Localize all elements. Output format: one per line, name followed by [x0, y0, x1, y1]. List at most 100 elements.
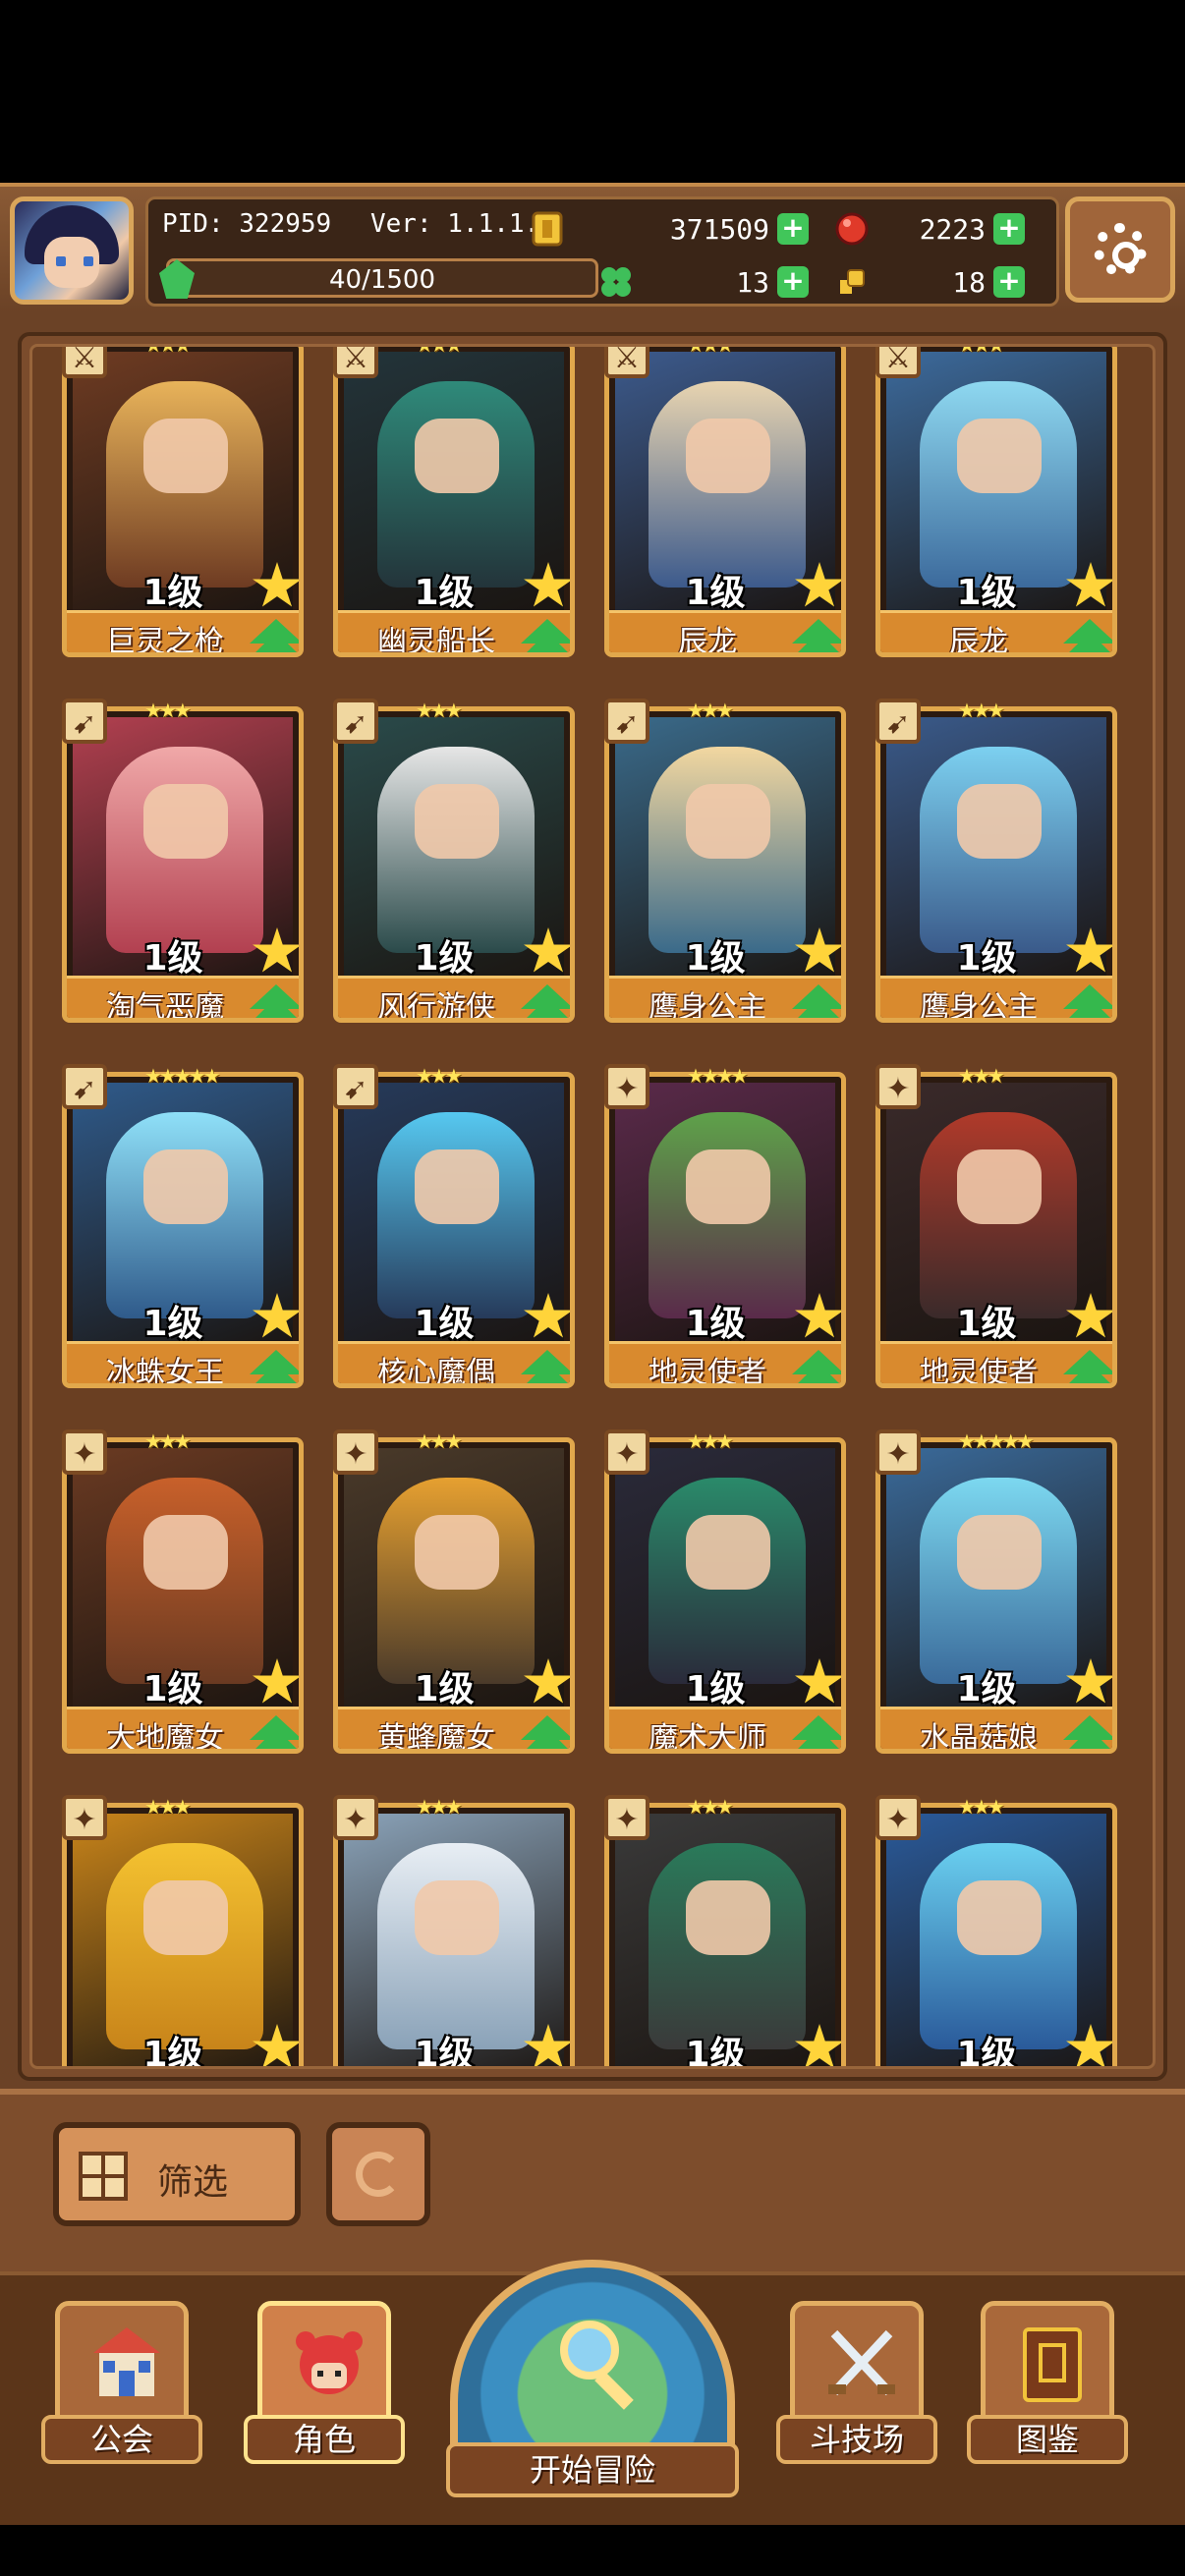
- add-gold-button[interactable]: +: [777, 213, 809, 245]
- hero-list-scroll[interactable]: 1级 巨灵之枪 ⚔ ★★★ 1级 幽灵船长 ⚔ ★★★ 1级 辰龙 ⚔ ★★★ 1级 辰龙 ⚔ ★★★ 1级 淘气…: [29, 344, 1156, 2069]
- hero-rank-stars: ★★★: [687, 1429, 734, 1453]
- hero-card-frame: 1级 地灵使者: [604, 1072, 846, 1388]
- hero-card[interactable]: 1级 冰蛛女王 ➹ ★★★★★: [62, 1064, 304, 1388]
- add-ruby-button[interactable]: +: [993, 213, 1025, 245]
- hero-face: [686, 1515, 770, 1590]
- hero-card-frame: 1级: [333, 1803, 575, 2069]
- hero-card[interactable]: 1级 地灵使者 ✦ ★★★★: [604, 1064, 846, 1388]
- hero-level: 1级: [685, 573, 746, 613]
- hero-class-ranged-icon: ➹: [333, 1064, 378, 1109]
- hero-class-magic-icon: ✦: [604, 1429, 649, 1475]
- hero-level: 1级: [142, 1304, 203, 1344]
- start-adventure-button[interactable]: 开始冒险: [446, 2260, 739, 2515]
- gold-coin-icon: [532, 211, 563, 247]
- arena-tab-frame: [790, 2301, 924, 2429]
- hero-face: [957, 419, 1042, 493]
- hero-level: 1级: [414, 1669, 475, 1709]
- settings-button[interactable]: [1065, 196, 1175, 303]
- hero-card[interactable]: 1级 ✦ ★★★: [333, 1795, 575, 2069]
- hero-face: [415, 1149, 499, 1224]
- hero-card[interactable]: 1级 大地魔女 ✦ ★★★: [62, 1429, 304, 1754]
- hero-card[interactable]: 1级 水晶菇娘 ✦ ★★★★★: [875, 1429, 1117, 1754]
- codex-label: 图鉴: [967, 2415, 1128, 2464]
- ruby-icon: [835, 212, 869, 246]
- tab-heroes[interactable]: 角色: [244, 2301, 411, 2468]
- hero-level: 1级: [414, 2035, 475, 2069]
- hero-class-magic-icon: ✦: [604, 1795, 649, 1840]
- hero-card-frame: 1级: [62, 1803, 304, 2066]
- hero-card[interactable]: 1级 鹰身公主 ➹ ★★★: [604, 699, 846, 1023]
- crossed-swords-icon: [828, 2329, 895, 2396]
- hero-name: 风行游侠: [377, 990, 495, 1023]
- hero-rank-stars: ★★★: [416, 1064, 463, 1088]
- hero-rank-stars: ★★★: [416, 1795, 463, 1819]
- hero-card[interactable]: 1级 淘气恶魔 ➹ ★★★: [62, 699, 304, 1023]
- hero-face: [143, 1515, 228, 1590]
- hero-card[interactable]: 1级 鹰身公主 ➹ ★★★: [875, 699, 1117, 1023]
- hero-card[interactable]: 1级 魔术大师 ✦ ★★★: [604, 1429, 846, 1754]
- hero-level: 1级: [142, 1669, 203, 1709]
- hero-card-frame: 1级 地灵使者: [875, 1072, 1117, 1388]
- refresh-icon: [356, 2152, 401, 2197]
- hero-card[interactable]: 1级 辰龙 ⚔ ★★★: [875, 347, 1117, 657]
- hero-rank-stars: ★★★: [144, 1795, 192, 1819]
- hero-card[interactable]: 1级 核心魔偶 ➹ ★★★: [333, 1064, 575, 1388]
- hero-name: 巨灵之枪: [106, 625, 224, 657]
- hero-card[interactable]: 1级 辰龙 ⚔ ★★★: [604, 347, 846, 657]
- hero-class-ranged-icon: ➹: [875, 699, 921, 744]
- clover-icon: [601, 267, 631, 297]
- hero-card[interactable]: 1级 巨灵之枪 ⚔ ★★★: [62, 344, 304, 657]
- add-clover-button[interactable]: +: [777, 266, 809, 298]
- hero-class-melee-icon: ⚔: [333, 347, 378, 378]
- hero-card-frame: 1级 冰蛛女王: [62, 1072, 304, 1388]
- hero-card[interactable]: 1级 ✦ ★★★: [62, 1795, 304, 2066]
- hero-rank-stars: ★★★: [687, 1795, 734, 1819]
- hero-rank-stars: ★★★: [958, 1795, 1005, 1819]
- hero-face-icon: [296, 2331, 363, 2394]
- hero-class-melee-icon: ⚔: [604, 347, 649, 378]
- hero-card[interactable]: 1级 幽灵船长 ⚔ ★★★: [333, 347, 575, 657]
- hero-rank-stars: ★★★: [416, 1429, 463, 1453]
- hero-class-ranged-icon: ➹: [62, 699, 107, 744]
- top-bar: PID: 322959 Ver: 1.1.1.0 40/1500 371509 …: [0, 183, 1185, 312]
- add-key-button[interactable]: +: [993, 266, 1025, 298]
- hero-name: 淘气恶魔: [106, 990, 224, 1023]
- ruby-value: 2223: [919, 213, 986, 246]
- hero-face: [957, 784, 1042, 859]
- hero-face: [686, 1149, 770, 1224]
- hero-card[interactable]: 1级 风行游侠 ➹ ★★★: [333, 699, 575, 1023]
- hero-rank-stars: ★★★: [144, 699, 192, 722]
- hero-card[interactable]: 1级 地灵使者 ✦ ★★★: [875, 1064, 1117, 1388]
- hero-face: [957, 1515, 1042, 1590]
- hero-face: [686, 784, 770, 859]
- hero-card-frame: 1级 鹰身公主: [875, 706, 1117, 1023]
- hero-name: 大地魔女: [106, 1721, 224, 1754]
- gold-value: 371509: [669, 213, 769, 246]
- hero-rank-stars: ★★★: [144, 344, 192, 357]
- hero-card[interactable]: 1级 黄蜂魔女 ✦ ★★★: [333, 1429, 575, 1754]
- tab-arena[interactable]: 斗技场: [776, 2301, 943, 2468]
- hero-name: 魔术大师: [649, 1721, 766, 1754]
- sort-refresh-button[interactable]: [326, 2122, 430, 2226]
- tab-codex[interactable]: 图鉴: [967, 2301, 1134, 2468]
- hero-rank-stars: ★★★: [687, 699, 734, 722]
- game-screen: PID: 322959 Ver: 1.1.1.0 40/1500 371509 …: [0, 183, 1185, 2525]
- hero-level: 1级: [685, 1304, 746, 1344]
- codex-tab-frame: [981, 2301, 1114, 2429]
- hero-rank-stars: ★★★: [958, 1064, 1005, 1088]
- hero-level: 1级: [414, 1304, 475, 1344]
- hero-card-frame: 1级大地魔女: [62, 1437, 304, 1754]
- hero-rank-stars: ★★★★★: [958, 1429, 1035, 1453]
- gold-counter: 371509 +: [528, 209, 813, 249]
- filter-button[interactable]: 筛选: [53, 2122, 301, 2226]
- hero-class-melee-icon: ⚔: [62, 347, 107, 378]
- hero-face: [143, 784, 228, 859]
- hero-name: 辰龙: [678, 625, 737, 657]
- hero-name: 鹰身公主: [920, 990, 1038, 1023]
- hero-face: [143, 1149, 228, 1224]
- tab-guild[interactable]: 公会: [41, 2301, 208, 2468]
- player-avatar[interactable]: [10, 196, 134, 305]
- hero-card[interactable]: 1级 ✦ ★★★: [604, 1795, 846, 2066]
- clover-counter: 13 +: [596, 262, 813, 302]
- hero-card[interactable]: 1级 ✦ ★★★: [875, 1795, 1117, 2066]
